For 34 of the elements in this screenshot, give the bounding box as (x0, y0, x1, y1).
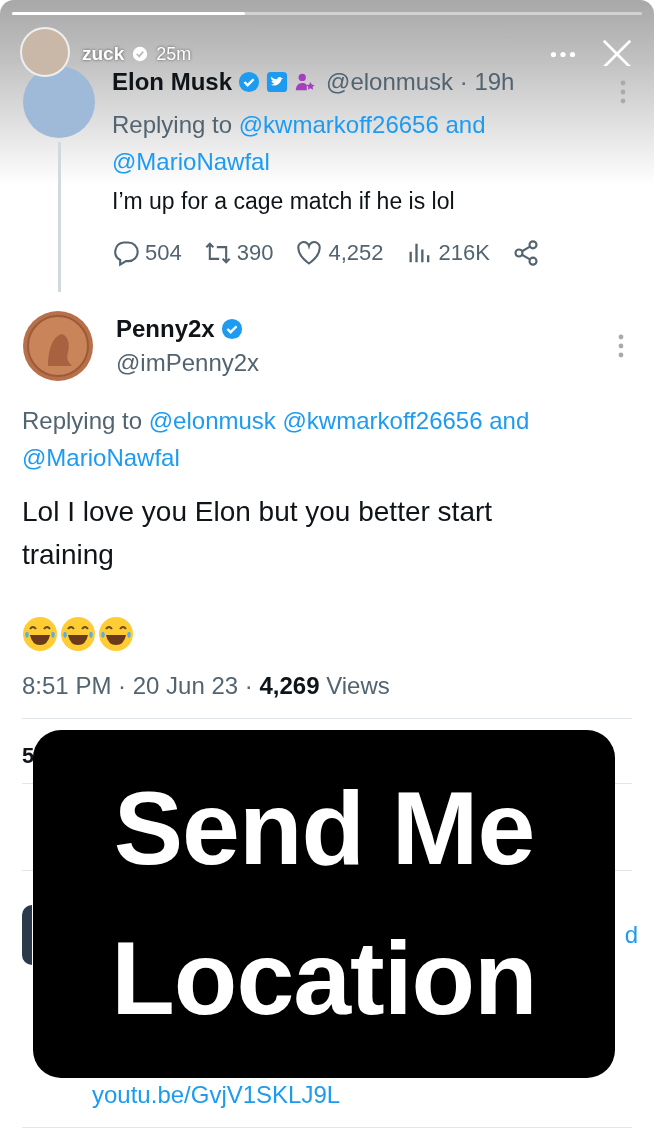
mention-link[interactable]: @kwmarkoff26656 (238, 111, 439, 138)
action-count: 504 (145, 240, 182, 266)
laughing-emoji-icon (22, 616, 58, 652)
handle[interactable]: @imPenny2x (116, 349, 596, 377)
display-name[interactable]: Penny2x (116, 315, 215, 343)
tweet-text: I’m up for a cage match if he is lol (112, 188, 456, 215)
handle[interactable]: @elonmusk · 19h (326, 68, 515, 96)
text-fragment: d (624, 921, 638, 949)
mention-link[interactable]: @MarioNawfal (22, 444, 180, 471)
tweet-meta: 8:51 PM · 20 Jun 23 · 4,269 Views (22, 672, 391, 700)
sticker-text: Send Me (113, 769, 535, 889)
coin-avatar[interactable] (22, 310, 94, 382)
replying-to: Replying to @kwmarkoff26656 and @MarioNawfal (112, 110, 487, 177)
stat-count: 5 (22, 743, 36, 769)
action-count: 4,252 (328, 240, 384, 266)
story-username[interactable]: zuck (82, 43, 125, 65)
display-name[interactable]: Elon Musk (112, 68, 232, 96)
laughing-emoji-icon (98, 616, 134, 652)
reply-icon[interactable] (112, 239, 140, 267)
story-time: 25m (156, 43, 192, 65)
tweet-text: Lol I love you Elon but you better start training (22, 495, 494, 572)
person-star-icon (294, 71, 316, 93)
action-count: 390 (236, 240, 274, 266)
sticker-text: Location (111, 919, 537, 1038)
mention-link[interactable]: @kwmarkoff26656 (282, 407, 483, 434)
bird-icon (266, 71, 288, 93)
heart-icon[interactable] (295, 239, 324, 267)
replying-to: Replying to @elonmusk @kwmarkoff26656 and @MarioNawfal (22, 406, 531, 473)
avatar[interactable] (22, 905, 32, 965)
mention-link[interactable]: @MarioNawfal (112, 148, 270, 175)
action-count: 216K (438, 240, 490, 266)
laughing-emoji-icon (60, 616, 96, 652)
mention-link[interactable]: @elonmusk (148, 407, 276, 434)
youtube-link[interactable]: youtu.be/GvjV1SKLJ9L (92, 1081, 341, 1109)
